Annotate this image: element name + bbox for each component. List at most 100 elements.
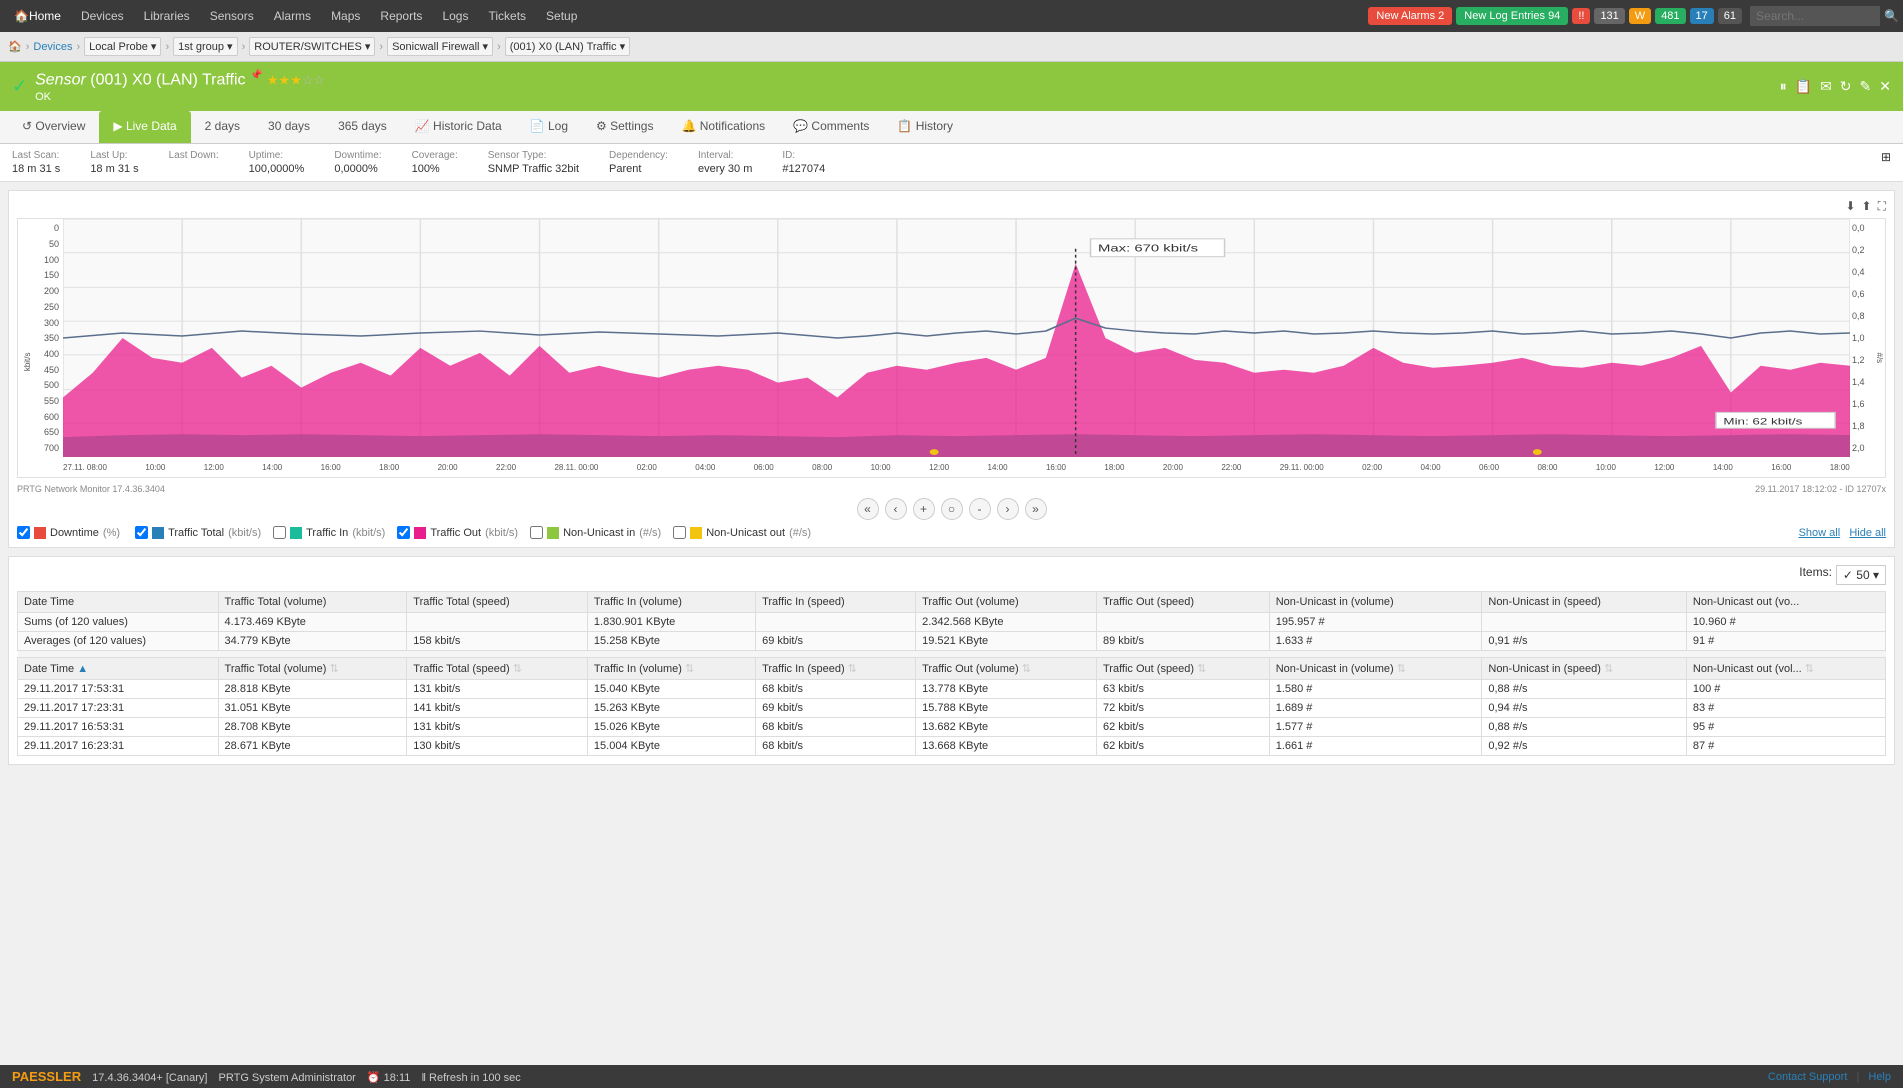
- tab-history[interactable]: 📋 History: [883, 111, 967, 143]
- email-icon[interactable]: ✉: [1820, 78, 1832, 95]
- new-log-entries-button[interactable]: New Log Entries 94: [1456, 7, 1568, 25]
- search-input[interactable]: [1750, 6, 1880, 26]
- tab-2days[interactable]: 2 days: [191, 111, 254, 143]
- bottom-bar: PAESSLER 17.4.36.3404+ [Canary] PRTG Sys…: [0, 1065, 1903, 1088]
- uptime-info: Uptime: 100,0000%: [249, 150, 305, 175]
- breadcrumb-sensor[interactable]: (001) X0 (LAN) Traffic ▾: [505, 37, 630, 56]
- chart-nav-zoom-in[interactable]: +: [913, 498, 935, 520]
- tab-30days[interactable]: 30 days: [254, 111, 324, 143]
- tab-log[interactable]: 📄 Log: [516, 111, 582, 143]
- refresh-icon[interactable]: ↻: [1840, 78, 1852, 95]
- breadcrumb-local-probe[interactable]: Local Probe ▾: [84, 37, 161, 56]
- last-down-info: Last Down:: [169, 150, 219, 175]
- show-all-link[interactable]: Show all: [1799, 527, 1841, 539]
- chart-nav-zoom-out[interactable]: -: [969, 498, 991, 520]
- legend-non-unicast-in-checkbox[interactable]: [530, 526, 543, 539]
- col-datetime-sortable[interactable]: Date Time ▲: [18, 658, 219, 680]
- chart-toolbar: ⬇ ⬆ ⛶: [17, 199, 1886, 214]
- legend-non-unicast-in-color: [547, 527, 559, 539]
- col-tt-speed-sortable[interactable]: Traffic Total (speed) ⇅: [407, 658, 588, 680]
- fullscreen-icon[interactable]: ⛶: [1878, 199, 1886, 214]
- tab-live-data[interactable]: ▶ Live Data: [99, 111, 190, 143]
- col-nu-in-speed-sortable[interactable]: Non-Unicast in (speed) ⇅: [1482, 658, 1687, 680]
- col-to-vol-sortable[interactable]: Traffic Out (volume) ⇅: [916, 658, 1097, 680]
- legend-traffic-total-checkbox[interactable]: [135, 526, 148, 539]
- breadcrumb-router-switches[interactable]: ROUTER/SWITCHES ▾: [249, 37, 375, 56]
- chart-nav-last[interactable]: »: [1025, 498, 1047, 520]
- new-alarms-button[interactable]: New Alarms 2: [1368, 7, 1452, 25]
- legend-downtime-checkbox[interactable]: [17, 526, 30, 539]
- tab-historic-data[interactable]: 📈 Historic Data: [401, 111, 516, 143]
- tab-365days[interactable]: 365 days: [324, 111, 401, 143]
- col-nu-out-vol-sortable[interactable]: Non-Unicast out (vol... ⇅: [1686, 658, 1885, 680]
- chart-container: ⬇ ⬆ ⛶ 700 650 600 550 500 450 400 350 30…: [8, 190, 1895, 548]
- col-to-speed-sortable[interactable]: Traffic Out (speed) ⇅: [1096, 658, 1269, 680]
- breadcrumb-home-icon[interactable]: 🏠: [8, 40, 22, 53]
- tab-comments[interactable]: 💬 Comments: [779, 111, 883, 143]
- y-axis-left: 700 650 600 550 500 450 400 350 300 250 …: [18, 219, 63, 457]
- nav-logs[interactable]: Logs: [432, 0, 478, 32]
- col-datetime: Date Time: [18, 592, 219, 613]
- legend-traffic-out-checkbox[interactable]: [397, 526, 410, 539]
- qr-icon[interactable]: ⊞: [1881, 150, 1891, 175]
- nav-alarms[interactable]: Alarms: [264, 0, 321, 32]
- data-table-container: Items: ✓ 50 ▾ Date Time Traffic Total (v…: [8, 556, 1895, 765]
- badge-exclaim: !!: [1572, 8, 1590, 24]
- search-icon[interactable]: 🔍: [1884, 9, 1899, 23]
- download-icon[interactable]: ⬇: [1845, 199, 1855, 214]
- legend-traffic-in-checkbox[interactable]: [273, 526, 286, 539]
- nav-maps[interactable]: Maps: [321, 0, 370, 32]
- sensor-stars[interactable]: ★★★: [267, 72, 302, 87]
- tab-notifications[interactable]: 🔔 Notifications: [667, 111, 779, 143]
- tab-overview[interactable]: ↺ Overview: [8, 111, 99, 143]
- col-nu-in-vol: Non-Unicast in (volume): [1269, 592, 1482, 613]
- x-axis-labels: 27.11. 08:00 10:00 12:00 14:00 16:00 18:…: [63, 457, 1850, 477]
- legend-non-unicast-out-checkbox[interactable]: [673, 526, 686, 539]
- col-tt-vol-sortable[interactable]: Traffic Total (volume) ⇅: [218, 658, 407, 680]
- chart-nav-first[interactable]: «: [857, 498, 879, 520]
- nav-setup[interactable]: Setup: [536, 0, 587, 32]
- pause-icon[interactable]: ⏸: [1780, 78, 1787, 95]
- upload-icon[interactable]: ⬆: [1862, 199, 1872, 214]
- breadcrumb-sonicwall[interactable]: Sonicwall Firewall ▾: [387, 37, 493, 56]
- id-info: ID: #127074: [782, 150, 825, 175]
- chart-nav-next[interactable]: ›: [997, 498, 1019, 520]
- help-link[interactable]: Help: [1868, 1071, 1891, 1083]
- edit-icon[interactable]: ✎: [1860, 78, 1872, 95]
- table-row: 29.11.2017 17:53:31 28.818 KByte 131 kbi…: [18, 680, 1886, 699]
- items-dropdown[interactable]: ✓ 50 ▾: [1836, 565, 1886, 585]
- chart-nav-prev[interactable]: ‹: [885, 498, 907, 520]
- chart-area: 700 650 600 550 500 450 400 350 300 250 …: [17, 218, 1886, 478]
- nav-libraries[interactable]: Libraries: [134, 0, 200, 32]
- nav-sensors[interactable]: Sensors: [200, 0, 264, 32]
- delete-icon[interactable]: ✕: [1879, 78, 1891, 95]
- breadcrumb-1st-group[interactable]: 1st group ▾: [173, 37, 237, 56]
- nav-home[interactable]: 🏠 Home: [4, 0, 71, 32]
- badge-17: 17: [1690, 8, 1714, 24]
- contact-support-link[interactable]: Contact Support: [1768, 1071, 1848, 1083]
- table-row: 29.11.2017 17:23:31 31.051 KByte 141 kbi…: [18, 699, 1886, 718]
- hide-all-link[interactable]: Hide all: [1849, 527, 1886, 539]
- legend-traffic-total-color: [152, 527, 164, 539]
- sensor-info-bar: Last Scan: 18 m 31 s Last Up: 18 m 31 s …: [0, 144, 1903, 182]
- sensor-header: ✓ Sensor (001) X0 (LAN) Traffic 📌 ★★★☆☆ …: [0, 62, 1903, 111]
- downtime-info: Downtime: 0,0000%: [334, 150, 381, 175]
- legend-non-unicast-out: Non-Unicast out (#/s): [673, 526, 811, 539]
- clipboard-icon[interactable]: 📋: [1795, 78, 1812, 95]
- nav-devices[interactable]: Devices: [71, 0, 134, 32]
- col-nu-in-vol-sortable[interactable]: Non-Unicast in (volume) ⇅: [1269, 658, 1482, 680]
- badge-131: 131: [1594, 8, 1624, 24]
- legend-traffic-total: Traffic Total (kbit/s): [135, 526, 261, 539]
- legend-traffic-out-color: [414, 527, 426, 539]
- legend-traffic-in: Traffic In (kbit/s): [273, 526, 385, 539]
- nav-reports[interactable]: Reports: [370, 0, 432, 32]
- tab-settings[interactable]: ⚙ Settings: [582, 111, 667, 143]
- legend-traffic-in-color: [290, 527, 302, 539]
- col-ti-vol-sortable[interactable]: Traffic In (volume) ⇅: [587, 658, 755, 680]
- breadcrumb-devices[interactable]: Devices: [33, 41, 72, 53]
- col-tt-speed: Traffic Total (speed): [407, 592, 588, 613]
- chart-navigation: « ‹ + ○ - › »: [17, 498, 1886, 520]
- nav-tickets[interactable]: Tickets: [478, 0, 536, 32]
- col-ti-speed-sortable[interactable]: Traffic In (speed) ⇅: [756, 658, 916, 680]
- chart-nav-center[interactable]: ○: [941, 498, 963, 520]
